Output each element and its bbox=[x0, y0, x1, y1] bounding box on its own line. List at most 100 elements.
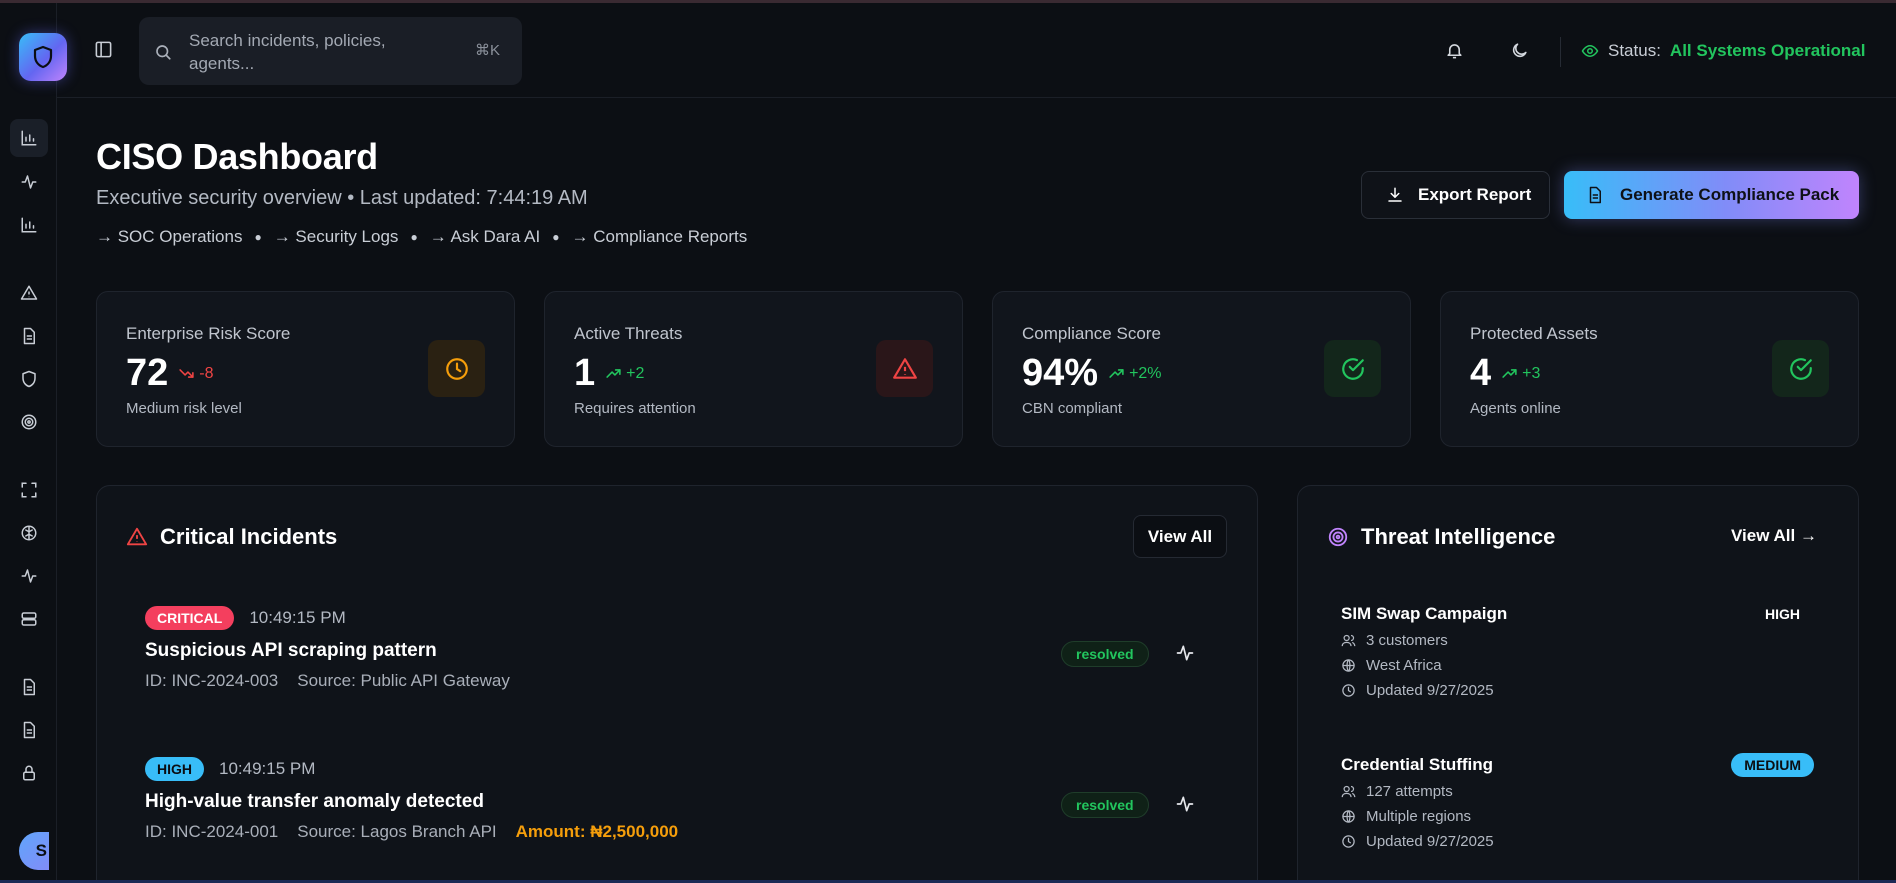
incident-id: ID: INC-2024-001 bbox=[145, 822, 279, 841]
status-value: All Systems Operational bbox=[1669, 41, 1866, 60]
threat-intel-item[interactable]: SIM Swap Campaign HIGH 3 customers West … bbox=[1341, 604, 1814, 699]
sidebar-item-reports[interactable] bbox=[10, 668, 48, 706]
system-status: Status: All Systems Operational bbox=[1581, 41, 1866, 61]
sidebar-item-threat-intel[interactable] bbox=[10, 403, 48, 441]
users-icon bbox=[1341, 785, 1356, 798]
stat-delta: -8 bbox=[178, 365, 214, 383]
sidebar-item-access[interactable] bbox=[10, 754, 48, 792]
incident-source: Source: Public API Gateway bbox=[297, 671, 510, 690]
threat-targets: 3 customers bbox=[1366, 632, 1448, 649]
trending-up-icon bbox=[1109, 369, 1124, 378]
server-icon bbox=[21, 612, 37, 626]
bar-chart-icon bbox=[21, 217, 37, 233]
sidebar-item-incidents[interactable] bbox=[10, 274, 48, 312]
threat-region: Multiple regions bbox=[1366, 808, 1472, 825]
sidebar-item-policies[interactable] bbox=[10, 317, 48, 355]
stat-label: Active Threats bbox=[574, 324, 683, 343]
bell-icon bbox=[1447, 44, 1462, 59]
sidebar-item-dashboard[interactable] bbox=[10, 119, 48, 157]
search-input[interactable]: Search incidents, policies, agents... ⌘K bbox=[139, 17, 522, 85]
status-badge: resolved bbox=[1061, 641, 1149, 667]
threat-name: SIM Swap Campaign bbox=[1341, 604, 1508, 623]
quick-link-soc[interactable]: → SOC Operations bbox=[96, 227, 242, 247]
search-shortcut: ⌘K bbox=[474, 42, 500, 59]
sidebar-item-ai[interactable] bbox=[10, 514, 48, 552]
threat-updated: Updated 9/27/2025 bbox=[1366, 682, 1494, 699]
stat-icon-box bbox=[1324, 340, 1381, 397]
header-divider bbox=[1560, 37, 1561, 67]
target-icon bbox=[1328, 527, 1348, 547]
file-text-icon bbox=[1589, 186, 1601, 204]
alert-triangle-icon bbox=[20, 285, 38, 300]
export-report-button[interactable]: Export Report bbox=[1361, 171, 1550, 219]
incident-activity-button[interactable] bbox=[1175, 643, 1195, 663]
trending-up-icon bbox=[606, 369, 621, 378]
sidebar-item-scan[interactable] bbox=[10, 471, 48, 509]
quick-link-ai[interactable]: → Ask Dara AI bbox=[430, 227, 541, 247]
clock-icon bbox=[1342, 835, 1355, 848]
stat-icon-box bbox=[428, 340, 485, 397]
stat-subtext: Requires attention bbox=[574, 400, 696, 417]
file-text-icon bbox=[23, 678, 35, 696]
search-placeholder: Search incidents, policies, agents... bbox=[189, 31, 386, 73]
view-all-intel-link[interactable]: View All → bbox=[1731, 526, 1817, 546]
avatar[interactable]: S bbox=[19, 832, 49, 870]
incident-activity-button[interactable] bbox=[1175, 794, 1195, 814]
activity-icon bbox=[21, 569, 37, 583]
stat-label: Compliance Score bbox=[1022, 324, 1161, 343]
sidebar: S bbox=[0, 3, 67, 880]
panel-title: Critical Incidents bbox=[160, 524, 338, 549]
brain-icon bbox=[21, 525, 37, 541]
theme-toggle-button[interactable] bbox=[1510, 41, 1529, 60]
quick-link-logs[interactable]: → Security Logs bbox=[274, 227, 399, 247]
threat-targets: 127 attempts bbox=[1366, 783, 1453, 800]
generate-compliance-pack-button[interactable]: Generate Compliance Pack bbox=[1564, 171, 1859, 219]
globe-icon bbox=[1342, 810, 1355, 823]
generate-compliance-pack-label: Generate Compliance Pack bbox=[1620, 185, 1840, 204]
sidebar-item-logs[interactable] bbox=[10, 711, 48, 749]
severity-badge: CRITICAL bbox=[145, 606, 235, 630]
separator-dot: ● bbox=[410, 230, 418, 244]
sidebar-item-servers[interactable] bbox=[10, 600, 48, 638]
sidebar-item-security[interactable] bbox=[10, 360, 48, 398]
activity-icon bbox=[1176, 796, 1194, 812]
page-subtitle: Executive security overview • Last updat… bbox=[96, 187, 588, 209]
incident-source: Source: Lagos Branch API bbox=[297, 822, 497, 841]
stat-card-protected-assets: Protected Assets 4 +3 Agents online bbox=[1440, 291, 1859, 447]
incident-item[interactable]: HIGH 10:49:15 PM High-value transfer ano… bbox=[145, 757, 678, 842]
severity-badge: HIGH bbox=[145, 757, 204, 781]
notifications-button[interactable] bbox=[1445, 41, 1464, 60]
stat-card-risk-score: Enterprise Risk Score 72 -8 Medium risk … bbox=[96, 291, 515, 447]
file-text-icon bbox=[23, 327, 35, 345]
lock-icon bbox=[23, 765, 35, 781]
sidebar-item-monitoring[interactable] bbox=[10, 557, 48, 595]
threat-intel-item[interactable]: Credential Stuffing MEDIUM 127 attempts … bbox=[1341, 753, 1814, 850]
stat-card-compliance: Compliance Score 94% +2% CBN compliant bbox=[992, 291, 1411, 447]
incident-time: 10:49:15 PM bbox=[249, 608, 346, 627]
clock-icon bbox=[1342, 684, 1355, 697]
quick-links: → SOC Operations ● → Security Logs ● → A… bbox=[96, 227, 747, 247]
moon-icon bbox=[1512, 43, 1527, 58]
stat-delta: +2% bbox=[1108, 365, 1162, 383]
stat-subtext: Agents online bbox=[1470, 400, 1561, 417]
activity-icon bbox=[21, 175, 37, 189]
status-badge: resolved bbox=[1061, 792, 1149, 818]
trending-up-icon bbox=[1502, 369, 1517, 378]
incident-item[interactable]: CRITICAL 10:49:15 PM Suspicious API scra… bbox=[145, 606, 510, 691]
panel-left-icon bbox=[95, 41, 112, 58]
stat-label: Protected Assets bbox=[1470, 324, 1598, 343]
separator-dot: ● bbox=[254, 230, 262, 244]
quick-link-compliance[interactable]: → Compliance Reports bbox=[571, 227, 747, 247]
sidebar-item-analytics[interactable] bbox=[10, 206, 48, 244]
alert-triangle-icon bbox=[126, 527, 148, 546]
stat-card-active-threats: Active Threats 1 +2 Requires attention bbox=[544, 291, 963, 447]
sidebar-toggle-button[interactable] bbox=[94, 40, 113, 59]
file-text-icon bbox=[23, 721, 35, 739]
view-all-incidents-button[interactable]: View All bbox=[1133, 515, 1227, 558]
panel-heading: Critical Incidents bbox=[126, 524, 337, 550]
threat-updated: Updated 9/27/2025 bbox=[1366, 833, 1494, 850]
severity-badge: HIGH bbox=[1765, 606, 1800, 622]
check-circle-icon bbox=[1341, 357, 1364, 380]
users-icon bbox=[1341, 634, 1356, 647]
sidebar-item-activity[interactable] bbox=[10, 163, 48, 201]
